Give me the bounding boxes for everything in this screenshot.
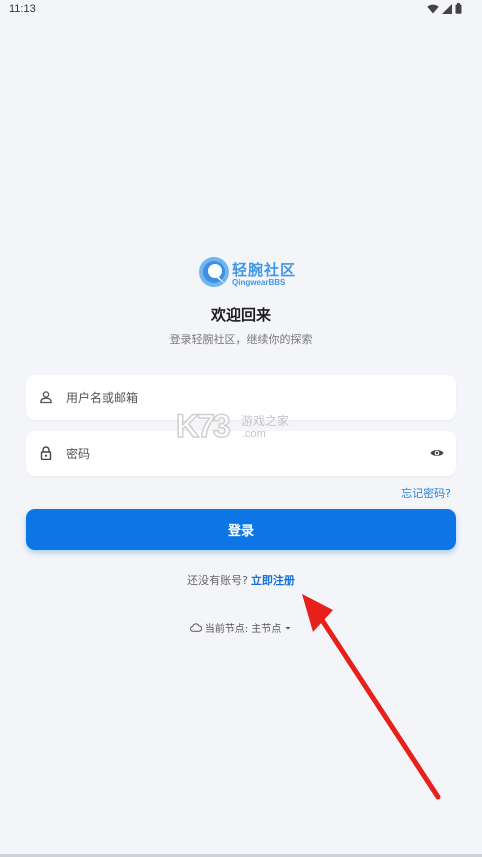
node-label: 当前节点: 主节点 xyxy=(204,624,282,635)
register-row: 还没有账号? 立即注册 xyxy=(0,572,482,588)
lock-icon xyxy=(40,446,52,460)
signal-icon xyxy=(442,3,452,14)
register-link[interactable]: 立即注册 xyxy=(251,574,295,587)
watermark-com: .com xyxy=(242,428,266,440)
watermark-cn: 游戏之家 xyxy=(241,414,290,428)
register-prompt: 还没有账号? xyxy=(187,574,248,587)
cloud-icon xyxy=(189,623,202,632)
chat-bubble-logo-icon xyxy=(199,257,229,287)
logo-subtitle: QingwearBBS xyxy=(232,278,286,287)
logo-name: 轻腕社区 xyxy=(232,261,297,279)
status-time: 11:13 xyxy=(9,3,36,15)
status-icons xyxy=(427,3,462,14)
node-selector[interactable]: 当前节点: 主节点 xyxy=(0,620,482,635)
watermark-main: K73 xyxy=(175,407,231,445)
watermark: K73 游戏之家 .com xyxy=(175,407,306,452)
eye-icon[interactable] xyxy=(430,446,444,460)
welcome-subtitle: 登录轻腕社区，继续你的探索 xyxy=(169,333,313,346)
app-logo: 轻腕社区 QingwearBBS xyxy=(198,255,295,291)
caret-down-icon xyxy=(285,626,291,630)
wifi-icon xyxy=(427,4,439,13)
status-bar: 11:13 xyxy=(0,0,482,20)
forgot-password-link[interactable]: 忘记密码? xyxy=(401,485,451,501)
user-icon xyxy=(40,391,52,404)
welcome-title: 欢迎回来 xyxy=(210,306,271,324)
login-button[interactable]: 登录 xyxy=(26,509,456,550)
battery-icon xyxy=(455,3,462,14)
